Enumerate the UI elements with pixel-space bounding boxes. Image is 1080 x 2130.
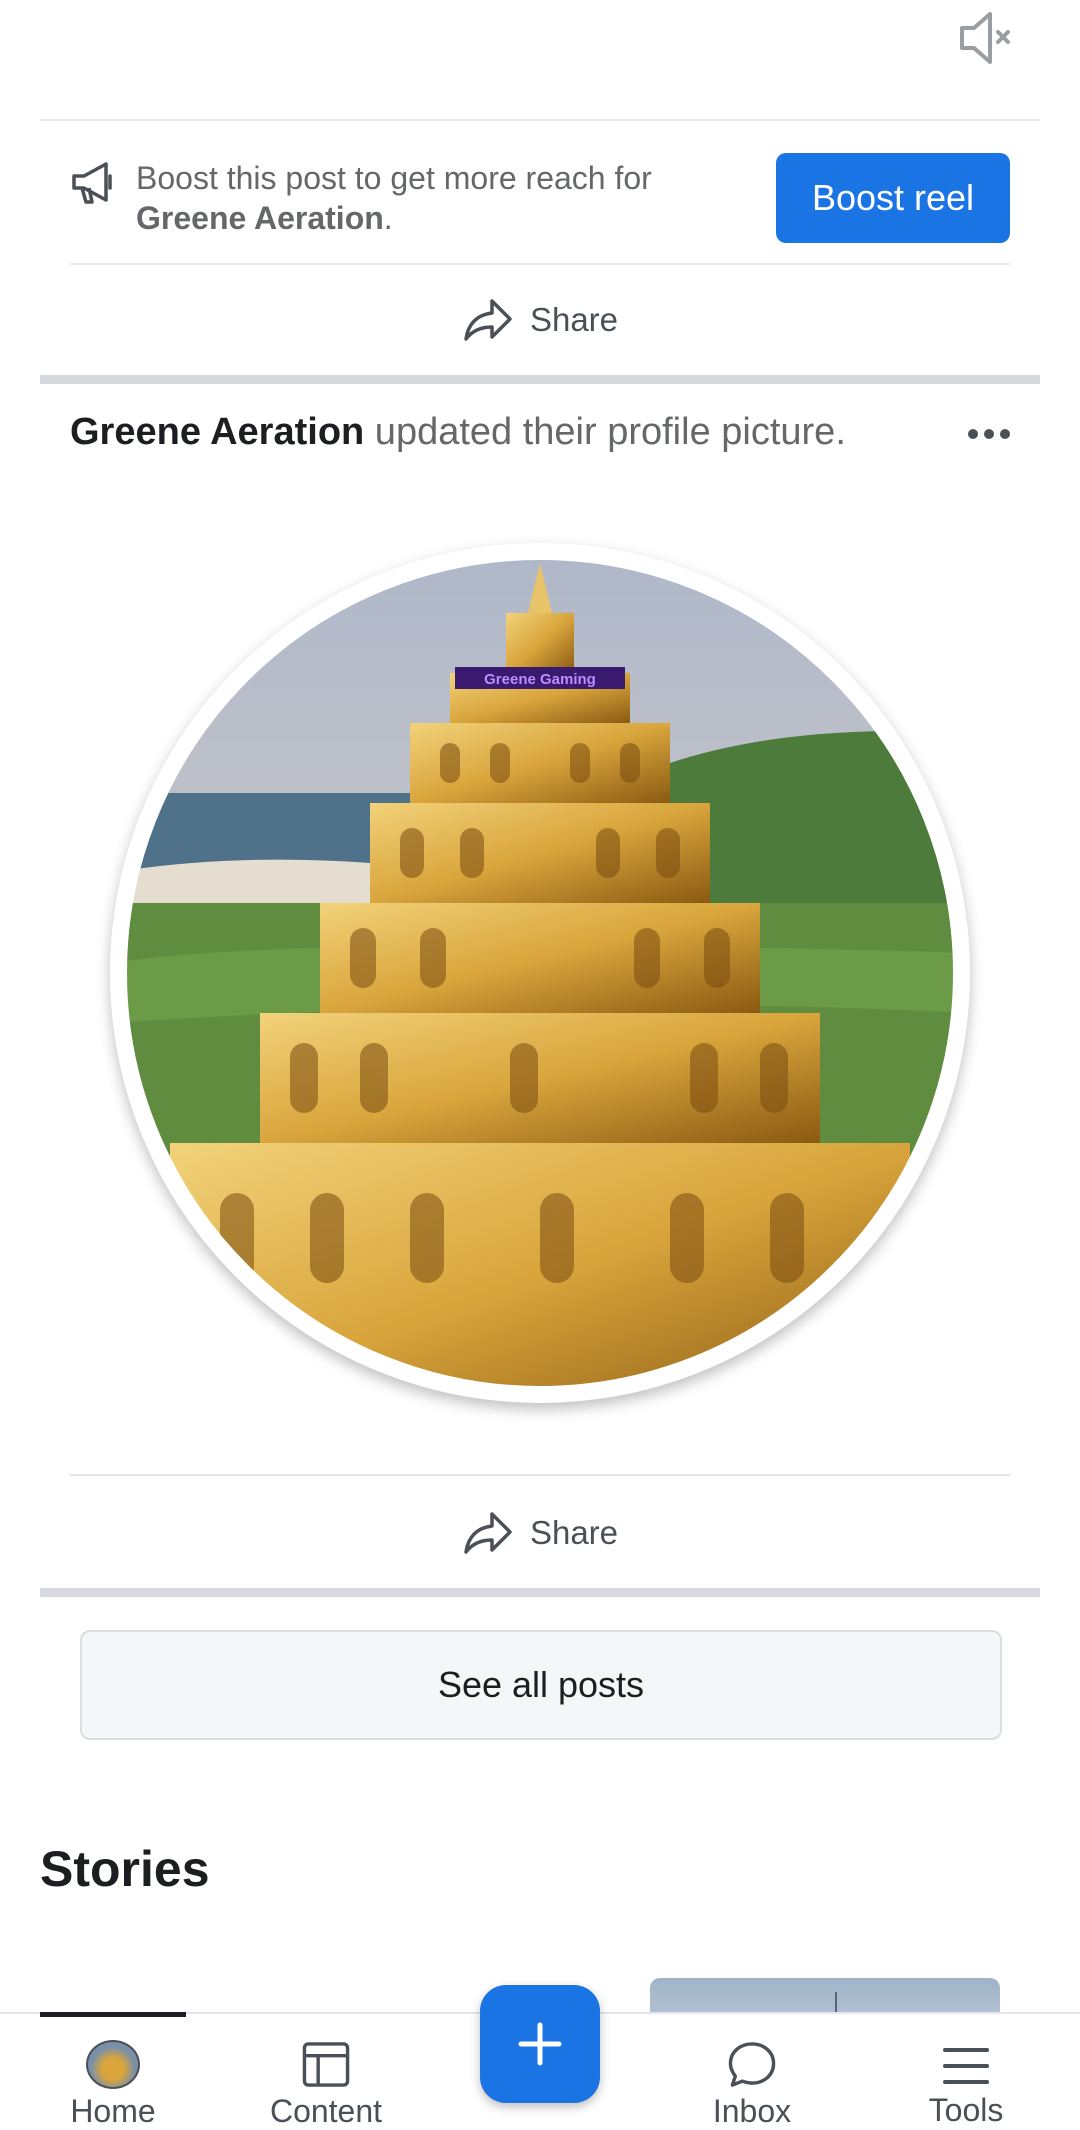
- menu-icon: [943, 2048, 989, 2084]
- share-button[interactable]: Share: [70, 290, 1010, 350]
- divider: [70, 1474, 1010, 1476]
- sign-text: Greene Gaming: [484, 671, 596, 688]
- nav-home[interactable]: Home: [13, 2014, 213, 2130]
- boost-page-name: Greene Aeration: [136, 200, 384, 236]
- megaphone-icon: [70, 158, 120, 208]
- chat-bubble-icon: [728, 2042, 776, 2087]
- more-options-icon[interactable]: [964, 414, 1014, 454]
- content-icon: [302, 2042, 350, 2087]
- post-action: updated their profile picture.: [364, 411, 846, 453]
- profile-picture[interactable]: Greene Gaming: [110, 543, 970, 1403]
- share-label: Share: [529, 301, 619, 338]
- post-author[interactable]: Greene Aeration: [70, 411, 364, 453]
- boost-prefix: Boost this post to get more reach for: [136, 160, 652, 196]
- share-label: Share: [529, 1514, 619, 1551]
- nav-inbox[interactable]: Inbox: [652, 2014, 852, 2130]
- share-icon: [464, 1512, 512, 1554]
- boost-banner: Boost this post to get more reach for Gr…: [70, 152, 1010, 262]
- boost-reel-button[interactable]: Boost reel: [776, 153, 1010, 243]
- post-header: Greene Aeration updated their profile pi…: [70, 404, 1010, 460]
- section-separator: [40, 1588, 1040, 1597]
- share-button[interactable]: Share: [70, 1503, 1010, 1563]
- mute-icon[interactable]: [950, 8, 1020, 68]
- section-separator: [40, 375, 1040, 384]
- home-avatar-icon: [86, 2040, 140, 2089]
- plus-icon: [518, 2022, 562, 2066]
- stories-heading: Stories: [40, 1841, 210, 1897]
- nav-active-indicator: [40, 2012, 186, 2017]
- nav-tools-label: Tools: [928, 2092, 1004, 2128]
- nav-home-label: Home: [70, 2093, 156, 2129]
- divider: [40, 119, 1040, 121]
- see-all-posts-button[interactable]: See all posts: [80, 1630, 1002, 1740]
- share-icon: [464, 299, 512, 341]
- nav-content[interactable]: Content: [226, 2014, 426, 2130]
- nav-inbox-label: Inbox: [712, 2093, 792, 2129]
- nav-content-label: Content: [269, 2093, 383, 2129]
- divider: [70, 263, 1010, 265]
- boost-message: Boost this post to get more reach for Gr…: [136, 158, 736, 238]
- nav-tools[interactable]: Tools: [866, 2014, 1066, 2130]
- create-button[interactable]: [480, 1985, 600, 2103]
- boost-suffix: .: [383, 200, 393, 236]
